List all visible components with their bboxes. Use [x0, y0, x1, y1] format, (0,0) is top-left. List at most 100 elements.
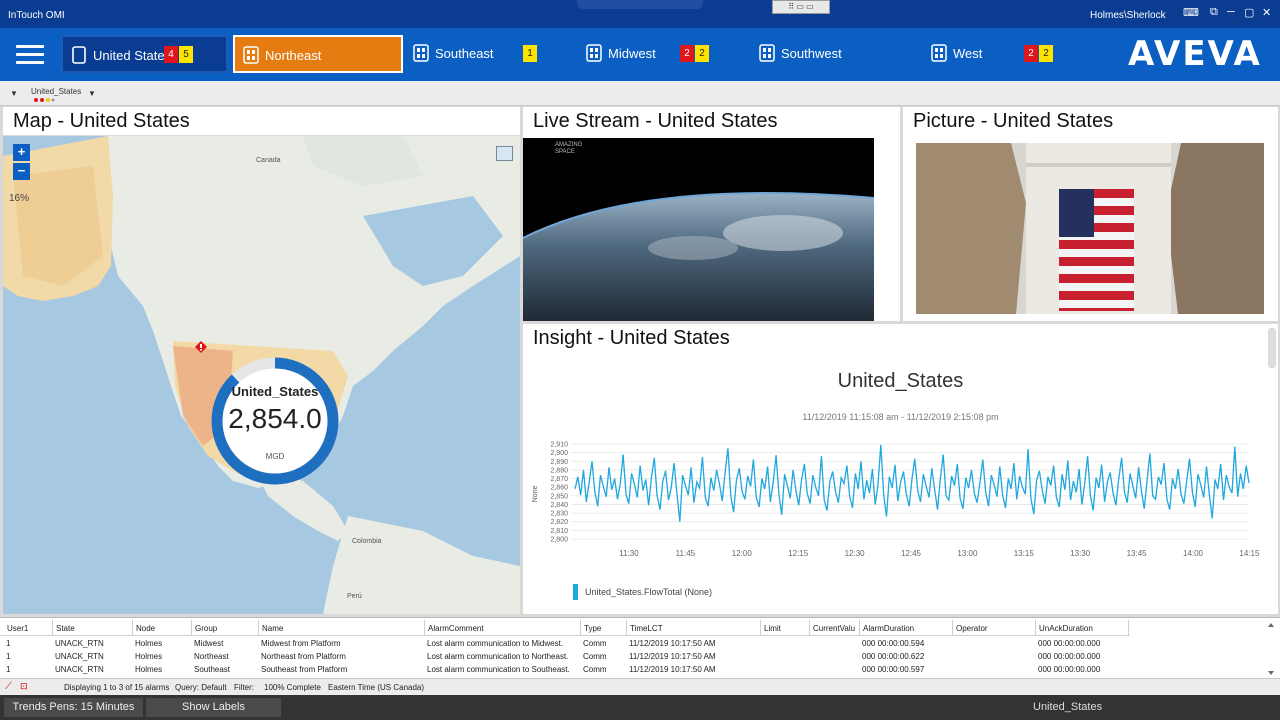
column-header-user1[interactable]: User1 [7, 624, 28, 633]
tab-united-states[interactable]: United States 4 5 [61, 35, 228, 73]
column-divider[interactable] [809, 620, 810, 635]
breadcrumb-item[interactable]: United_States [31, 87, 81, 96]
live-stream-video[interactable]: AMAZING SPACE [523, 138, 874, 321]
tab-southwest[interactable]: Southwest [751, 35, 921, 73]
column-divider[interactable] [760, 620, 761, 635]
tab-southeast[interactable]: Southeast 1 [405, 35, 575, 73]
column-divider[interactable] [1035, 620, 1036, 635]
alarm-row[interactable]: 1 UNACK_RTN Holmes Midwest Midwest from Plat… [0, 637, 1130, 650]
alarm-filter-icon[interactable]: ⊡ [20, 681, 28, 692]
column-header-currentvalu[interactable]: CurrentValu [813, 624, 855, 633]
alarm-cell-timelct: 11/12/2019 10:17:50 AM [629, 665, 716, 674]
y-tick-label: 2,850 [550, 493, 568, 500]
column-divider[interactable] [424, 620, 425, 635]
tab-northeast[interactable]: Northeast [233, 35, 403, 73]
grid-icon [243, 46, 259, 64]
hamburger-menu-icon[interactable] [16, 45, 44, 65]
column-header-type[interactable]: Type [584, 624, 601, 633]
column-divider[interactable] [1128, 620, 1129, 635]
alarm-table: User1 State Node Group Name AlarmComment Type T… [0, 617, 1280, 678]
tab-label: Southeast [435, 46, 494, 61]
map-view[interactable]: + − 16% Canada Colombia Perú United_Stat… [3, 136, 520, 614]
column-header-timelct[interactable]: TimeLCT [630, 624, 663, 633]
maximize-icon[interactable]: ▢ [1244, 6, 1254, 19]
restore-window-icon[interactable]: ⧉ [1210, 6, 1218, 19]
dropdown-arrow-icon[interactable]: ▼ [88, 89, 96, 98]
insight-panel-title: Insight - United States [533, 327, 730, 349]
collapse-arrow-icon[interactable]: ▼ [10, 89, 18, 98]
alarm-cell-unackduration: 000 00:00:00.000 [1038, 639, 1101, 648]
column-header-unackduration[interactable]: UnAckDuration [1039, 624, 1093, 633]
alarm-cell-alarmcomment: Lost alarm communication to Southeast. [427, 665, 570, 674]
column-divider[interactable] [626, 620, 627, 635]
column-divider[interactable] [191, 620, 192, 635]
map-panel-title: Map - United States [13, 110, 190, 132]
close-icon[interactable]: ✕ [1262, 6, 1271, 19]
alarm-cell-state: UNACK_RTN [55, 665, 104, 674]
alarm-cell-alarmduration: 000 00:00:00.594 [862, 639, 925, 648]
alarm-cell-alarmcomment: Lost alarm communication to Northeast. [427, 652, 569, 661]
column-divider[interactable] [580, 620, 581, 635]
column-header-state[interactable]: State [56, 624, 75, 633]
chart-title: United_States [837, 370, 964, 392]
column-header-alarmduration[interactable]: AlarmDuration [863, 624, 914, 633]
show-labels-button[interactable]: Show Labels [146, 698, 281, 717]
legend-percent: 16% [9, 193, 30, 204]
column-divider[interactable] [952, 620, 953, 635]
map-label-canada: Canada [256, 157, 281, 164]
context-label: United_States [1033, 701, 1103, 713]
grid-icon [413, 44, 429, 62]
flow-trend-chart[interactable]: 2,9102,900 2,8902,880 2,870 2,8602,850 2,840… [523, 434, 1278, 614]
column-header-group[interactable]: Group [195, 624, 217, 633]
insight-scrollbar[interactable] [1268, 328, 1276, 368]
trend-pens-button[interactable]: Trends Pens: 15 Minutes [4, 698, 143, 717]
alarm-cell-unackduration: 000 00:00:00.000 [1038, 665, 1101, 674]
user-name: Holmes\Sherlock [1090, 10, 1166, 21]
alarm-scrollbar[interactable] [1266, 620, 1276, 678]
column-header-name[interactable]: Name [262, 624, 283, 633]
y-tick-label: 2,870 [550, 476, 568, 483]
column-divider[interactable] [859, 620, 860, 635]
tab-west[interactable]: West 2 2 [923, 35, 1093, 73]
alarm-badge-critical: 2 [1024, 45, 1038, 62]
alarm-cell-name: Midwest from Platform [261, 639, 341, 648]
alarm-row[interactable]: 1 UNACK_RTN Holmes Southeast Southeast from … [0, 663, 1130, 676]
zoom-in-button[interactable]: + [13, 144, 30, 161]
zoom-out-button[interactable]: − [13, 163, 30, 180]
gauge-value: 2,854.0 [228, 403, 322, 434]
y-tick-label: 2,820 [550, 519, 568, 526]
column-divider[interactable] [52, 620, 53, 635]
column-divider[interactable] [132, 620, 133, 635]
x-tick-label: 12:00 [732, 549, 753, 558]
filter-status[interactable]: Filter: [234, 683, 254, 692]
mini-toolbar[interactable]: ⠿ ▭ ▭ [772, 0, 830, 14]
tab-midwest[interactable]: Midwest 2 2 [578, 35, 748, 73]
series-line-flowtotal [574, 444, 1250, 522]
y-axis: 2,9102,900 2,8902,880 2,870 2,8602,850 2,840… [550, 442, 568, 544]
map-layers-icon[interactable] [496, 146, 513, 161]
alarm-row[interactable]: 1 UNACK_RTN Holmes Northeast Northeast from … [0, 650, 1130, 663]
alarm-cell-node: Holmes [135, 652, 163, 661]
grid-icon [586, 44, 602, 62]
x-tick-label: 13:45 [1127, 549, 1148, 558]
column-divider[interactable] [258, 620, 259, 635]
y-tick-label: 2,890 [550, 459, 568, 466]
query-status[interactable]: Query: Default [175, 683, 227, 692]
tablet-icon [72, 46, 86, 64]
tab-label: United States [93, 48, 172, 63]
alarm-cell-name: Northeast from Platform [261, 652, 346, 661]
column-header-alarmcomment[interactable]: AlarmComment [428, 624, 484, 633]
aveva-logo: AVEVA [1128, 34, 1262, 74]
column-header-limit[interactable]: Limit [764, 624, 781, 633]
window-grabber[interactable] [577, 0, 703, 9]
y-tick-label: 2,880 [550, 467, 568, 474]
minimize-icon[interactable]: ─ [1227, 6, 1235, 18]
keyboard-icon[interactable]: ⌨ [1183, 6, 1199, 19]
acknowledge-icon[interactable]: ⟋ [5, 681, 12, 692]
column-header-node[interactable]: Node [136, 624, 155, 633]
gauge-unit: MGD [265, 452, 285, 461]
alarm-cell-user1: 1 [6, 665, 11, 674]
breadcrumb-bar: ▼ United_States ▼ [0, 81, 1280, 106]
title-bar: InTouch OMI ⠿ ▭ ▭ Holmes\Sherlock ⌨ ⧉ ─ … [0, 0, 1280, 28]
column-header-operator[interactable]: Operator [956, 624, 988, 633]
